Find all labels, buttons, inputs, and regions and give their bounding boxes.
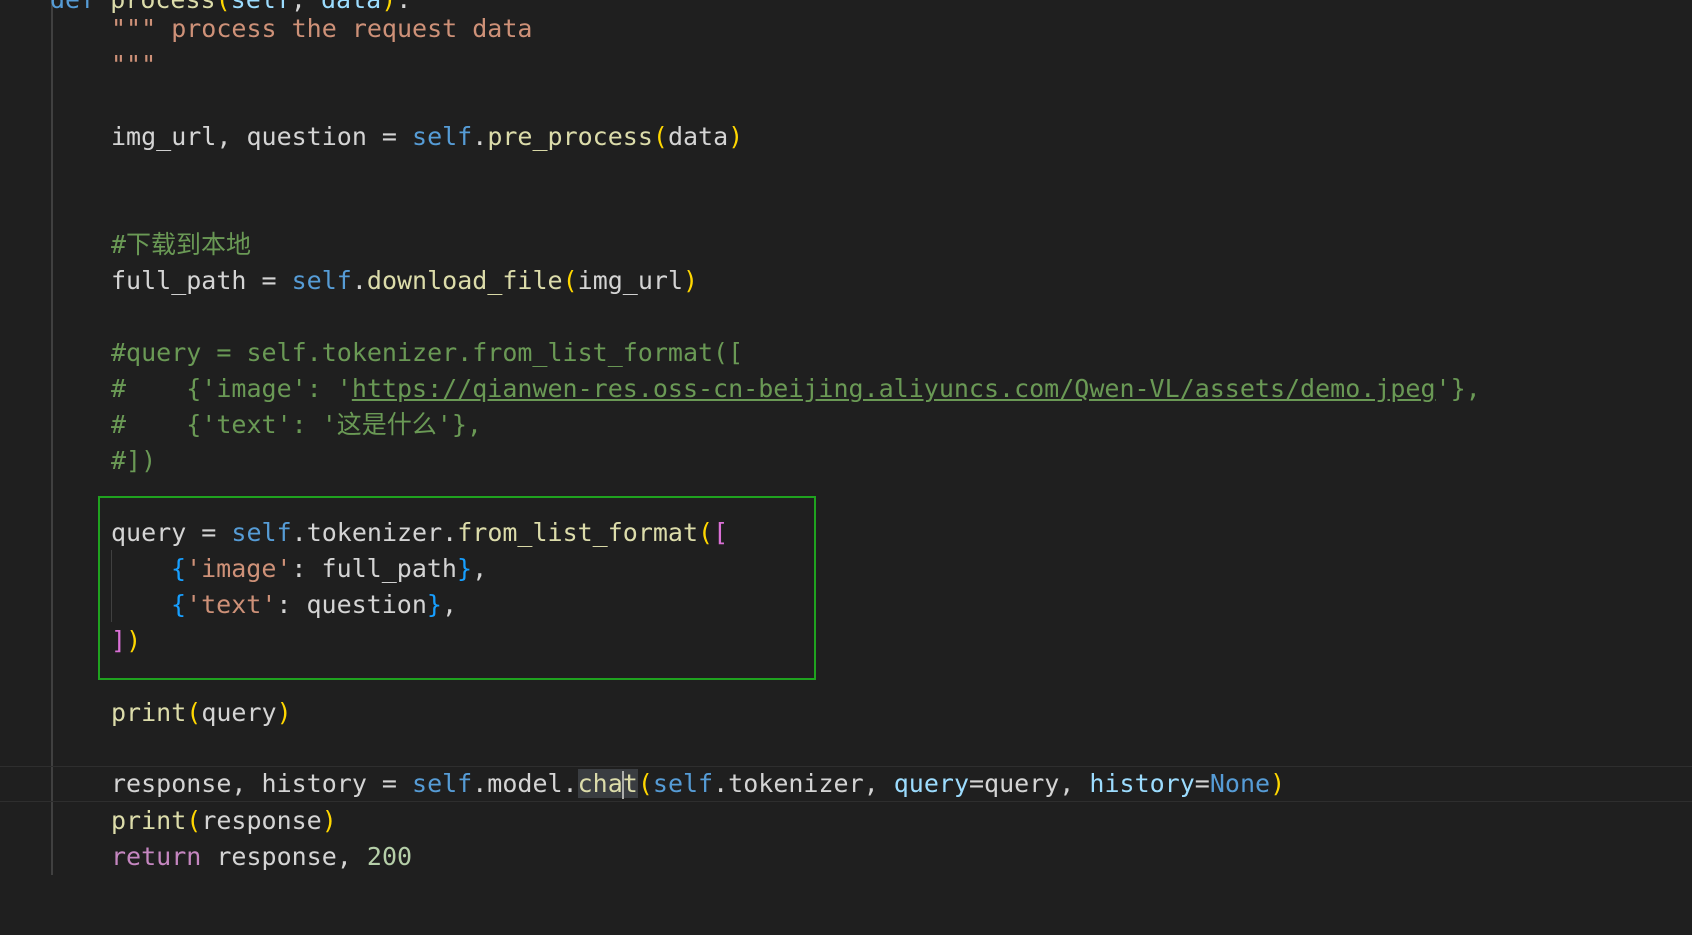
code-line-query-close[interactable]: ]) [111,623,141,659]
word-highlight: chat [577,769,638,799]
code-line-response[interactable]: response, history = self.model.chat(self… [111,766,1285,802]
code-line-comment-4[interactable]: #]) [111,443,156,479]
code-line-docstring-end[interactable]: """ [111,47,156,83]
code-line-download-file[interactable]: full_path = self.download_file(img_url) [111,263,698,299]
code-line-print-response[interactable]: print(response) [111,803,337,839]
code-line-query[interactable]: query = self.tokenizer.from_list_format(… [111,515,728,551]
keyword-def: def [50,0,95,14]
code-line-docstring[interactable]: """ process the request data [111,11,532,47]
code-line-comment-download[interactable]: #下载到本地 [111,227,251,263]
code-line-comment-3[interactable]: # {'text': '这是什么'}, [111,407,482,443]
code-line-return[interactable]: return response, 200 [111,839,412,875]
indent-guide [51,0,53,875]
code-line-comment-1[interactable]: #query = self.tokenizer.from_list_format… [111,335,743,371]
code-editor[interactable]: def process(self, data): """ process the… [0,0,1692,935]
code-line-query-image[interactable]: {'image': full_path}, [171,551,487,587]
code-line-comment-2[interactable]: # {'image': 'https://qianwen-res.oss-cn-… [111,371,1481,407]
code-line-query-text[interactable]: {'text': question}, [171,587,457,623]
comment-url-link[interactable]: https://qianwen-res.oss-cn-beijing.aliyu… [352,374,1436,403]
code-line-print-query[interactable]: print(query) [111,695,292,731]
code-line-pre-process[interactable]: img_url, question = self.pre_process(dat… [111,119,743,155]
